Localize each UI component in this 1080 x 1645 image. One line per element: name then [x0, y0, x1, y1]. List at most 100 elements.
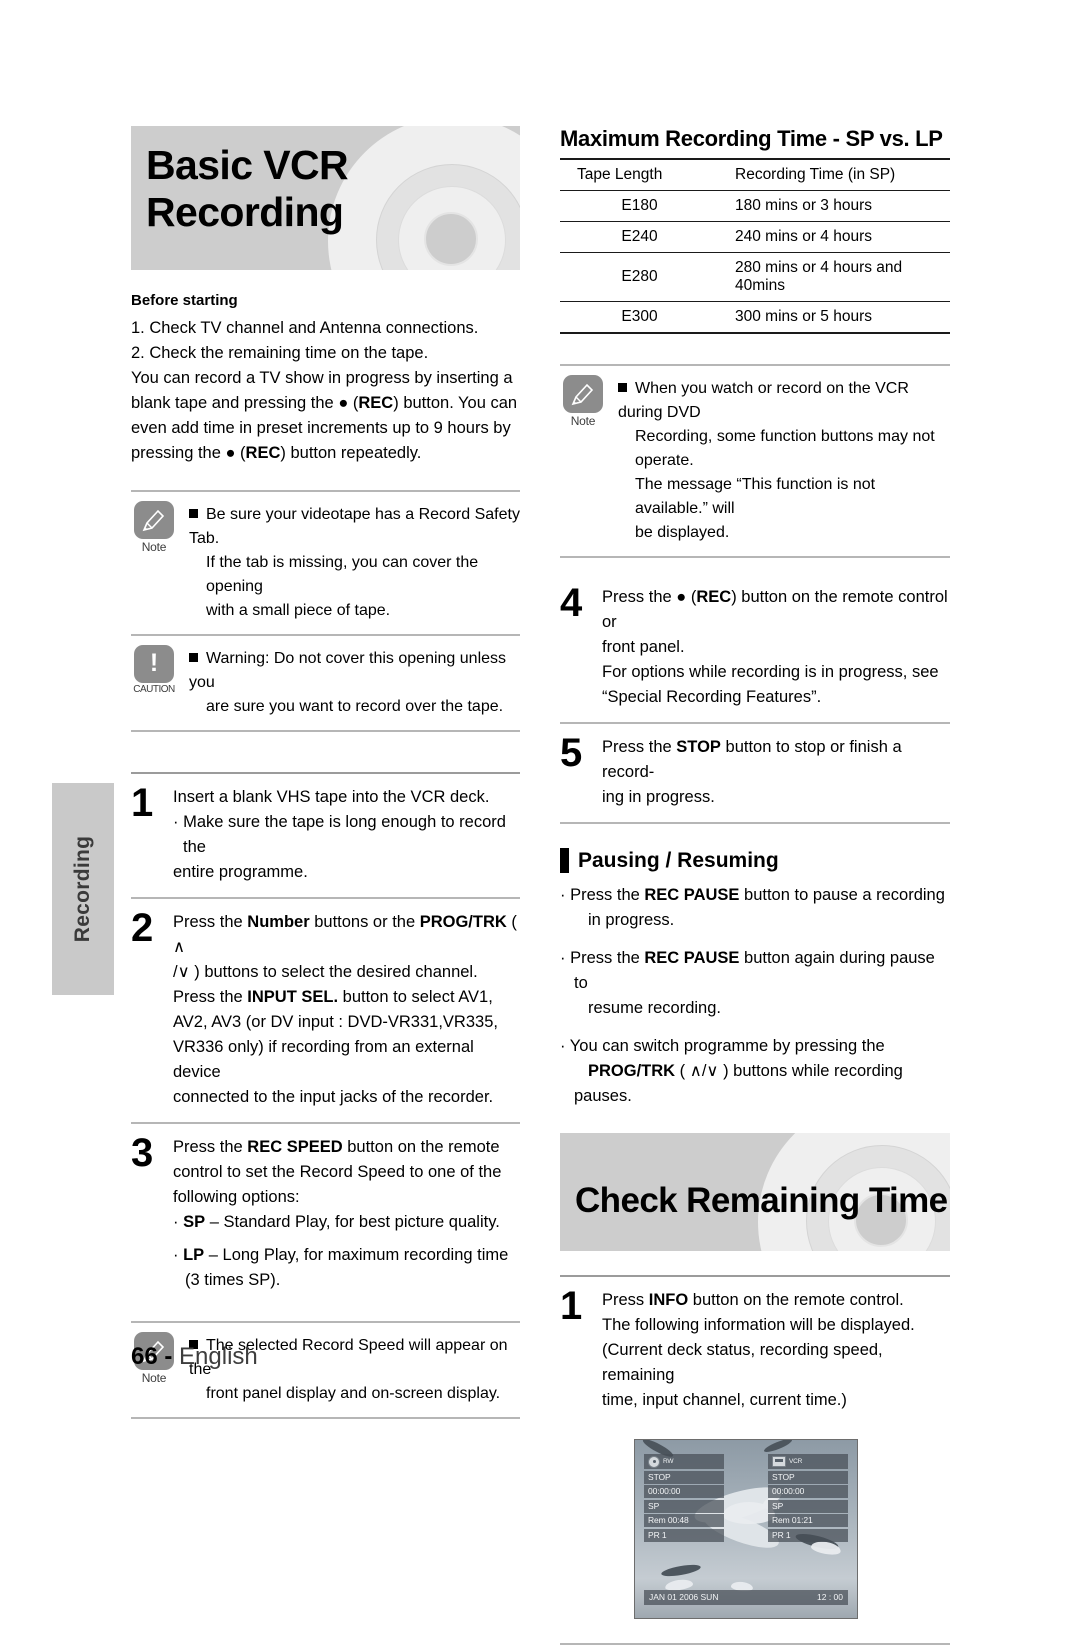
cell-tape-length: E300 — [560, 301, 719, 334]
list-item: · You can switch programme by pressing t… — [560, 1034, 950, 1109]
step-number: 4 — [560, 581, 582, 625]
step-text: Press the REC SPEED button on the remote… — [173, 1133, 520, 1293]
divider — [131, 1417, 520, 1419]
note-line-2: If the tab is missing, you can cover the… — [206, 554, 479, 595]
caution-text: Warning: Do not cover this opening unles… — [189, 645, 520, 719]
side-tab-recording: Recording — [52, 783, 114, 995]
table-body: E180 180 mins or 3 hours E240 240 mins o… — [560, 190, 950, 334]
page-separator: - — [164, 1343, 173, 1370]
caution-line-1: Warning: Do not cover this opening unles… — [189, 650, 507, 691]
pencil-icon — [571, 383, 594, 406]
list-item: · Press the REC PAUSE button to pause a … — [560, 883, 950, 933]
cell-tape-length: E240 — [560, 221, 719, 253]
step-text: Press the STOP button to stop or finish … — [602, 733, 950, 810]
note-badge-square — [134, 501, 174, 539]
osd-dvd-icon-row: RW — [644, 1454, 724, 1469]
intro-paragraph: You can record a TV show in progress by … — [131, 369, 518, 462]
recording-time-table: Tape Length Recording Time (in SP) E180 … — [560, 158, 950, 334]
note-line-1: Be sure your videotape has a Record Safe… — [189, 506, 520, 547]
pausing-resuming-list: · Press the REC PAUSE button to pause a … — [560, 883, 950, 1109]
table-row: E240 240 mins or 4 hours — [560, 221, 950, 253]
step-2-line-5: VR336 only) if recording from an externa… — [173, 1038, 474, 1081]
intro-line-3: even add time in preset increments up to… — [131, 419, 511, 437]
osd-dvd-remaining: Rem 00:48 — [644, 1514, 724, 1527]
table-row: E280 280 mins or 4 hours and 40mins — [560, 252, 950, 302]
stop-bold: STOP — [676, 738, 721, 756]
note-badge: Note — [131, 501, 177, 623]
step-3-bullet-lp-line2: (3 times SP). — [185, 1271, 281, 1289]
table-row: E180 180 mins or 3 hours — [560, 190, 950, 222]
osd-panel-dvd: RW STOP 00:00:00 SP Rem 00:48 PR 1 — [644, 1454, 724, 1543]
side-tab-label: Recording — [71, 835, 94, 943]
intro-line-2a: blank tape and pressing the — [131, 394, 339, 412]
osd-vcr-speed: SP — [768, 1499, 848, 1513]
chapter-title: Check Remaining Time — [575, 1181, 948, 1220]
list-item: · Press the REC PAUSE button again durin… — [560, 946, 950, 1021]
rec-pause-bold: REC PAUSE — [644, 886, 740, 904]
note-badge-caption: Note — [570, 414, 596, 428]
left-column: Basic VCR Recording Before starting 1. C… — [131, 126, 520, 1419]
max-recording-time-heading: Maximum Recording Time - SP vs. LP — [560, 126, 943, 151]
step-3-recspeed-bold: REC SPEED — [247, 1138, 343, 1156]
step-1: 1 Insert a blank VHS tape into the VCR d… — [131, 774, 520, 897]
step-2-line-1a: Press the — [173, 913, 248, 931]
osd-dvd-status: STOP — [644, 1470, 724, 1484]
intro-line-4a: pressing the — [131, 444, 226, 462]
vcr-tape-icon — [772, 1456, 786, 1467]
intro-line-1: You can record a TV show in progress by … — [131, 369, 513, 387]
osd-bottom-bar: JAN 01 2006 SUN 12 : 00 — [644, 1590, 848, 1605]
osd-vcr-status: STOP — [768, 1470, 848, 1484]
step-2-line-6: connected to the input jacks of the reco… — [173, 1088, 494, 1106]
note3-line-2: Recording, some function buttons may not… — [635, 428, 935, 469]
step-4-line-3: For options while recording is in progre… — [602, 663, 939, 681]
step-2-line-3c: button to select AV1, — [338, 988, 493, 1006]
pencil-icon — [142, 509, 165, 532]
step-3-line-1c: button on the remote — [342, 1138, 500, 1156]
table-row: E300 300 mins or 5 hours — [560, 301, 950, 334]
bullet-0-a: Press the — [570, 886, 645, 904]
step-3-line-3: following options: — [173, 1188, 300, 1206]
bullet-marker: · — [560, 886, 571, 904]
before-starting-item-2: 2. Check the remaining time on the tape. — [131, 344, 429, 362]
cell-tape-length: E280 — [560, 252, 719, 302]
page-language: English — [179, 1343, 258, 1370]
note3-line-4: be displayed. — [635, 524, 730, 541]
cell-tape-length: E180 — [560, 190, 719, 222]
table-head: Tape Length Recording Time (in SP) — [560, 158, 950, 191]
cell-recording-time: 280 mins or 4 hours and 40mins — [719, 252, 950, 302]
step-number: 1 — [131, 781, 153, 825]
rec-bold: REC — [696, 588, 732, 606]
step-4: 4 Press the ● (REC) button on the remote… — [560, 574, 950, 722]
note-badge-caption: Note — [141, 1371, 167, 1385]
step-3-line-2: control to set the Record Speed to one o… — [173, 1163, 502, 1181]
chapter-title: Basic VCR Recording — [146, 142, 349, 235]
note-box-record-safety-tab: Note Be sure your videotape has a Record… — [131, 492, 520, 634]
osd-dvd-speed: SP — [644, 1499, 724, 1513]
step-info-line-4: time, input channel, current time.) — [602, 1391, 847, 1409]
square-bullet-icon — [189, 509, 198, 518]
note-box-vcr-during-dvd-recording: Note When you watch or record on the VCR… — [560, 366, 950, 556]
rec-dot-icon: ● — [338, 394, 349, 412]
caution-badge-caption: CAUTION — [133, 684, 175, 695]
step-3-bullet-sp: · SP – Standard Play, for best picture q… — [173, 1210, 520, 1235]
note-badge-caption: Note — [141, 540, 167, 554]
step-2-progtrk-bold: PROG/TRK — [419, 913, 507, 931]
step-info-line-1c: button on the remote control. — [688, 1291, 904, 1309]
note-text: When you watch or record on the VCR duri… — [618, 375, 950, 545]
rec-pause-bold: REC PAUSE — [644, 949, 740, 967]
step-1-line-1: Insert a blank VHS tape into the VCR dec… — [173, 788, 490, 806]
note-badge-square — [563, 375, 603, 413]
step-3-line-1a: Press the — [173, 1138, 248, 1156]
bullet-0-line2: in progress. — [588, 911, 675, 929]
note-badge: Note — [560, 375, 606, 545]
step-2-number-bold: Number — [247, 913, 310, 931]
page-footer: 66 - English — [131, 1343, 258, 1371]
step-text: Insert a blank VHS tape into the VCR dec… — [173, 783, 520, 885]
lp-rest: – Long Play, for maximum recording time — [204, 1246, 509, 1264]
before-starting-heading: Before starting — [131, 292, 238, 309]
step-3-bullet-lp: · LP – Long Play, for maximum recording … — [173, 1243, 520, 1268]
rec-bold: REC — [358, 394, 394, 412]
step-3: 3 Press the REC SPEED button on the remo… — [131, 1124, 520, 1305]
pausing-resuming-heading-row: Pausing / Resuming — [560, 848, 950, 873]
step-4-line-1a: Press the — [602, 588, 677, 606]
